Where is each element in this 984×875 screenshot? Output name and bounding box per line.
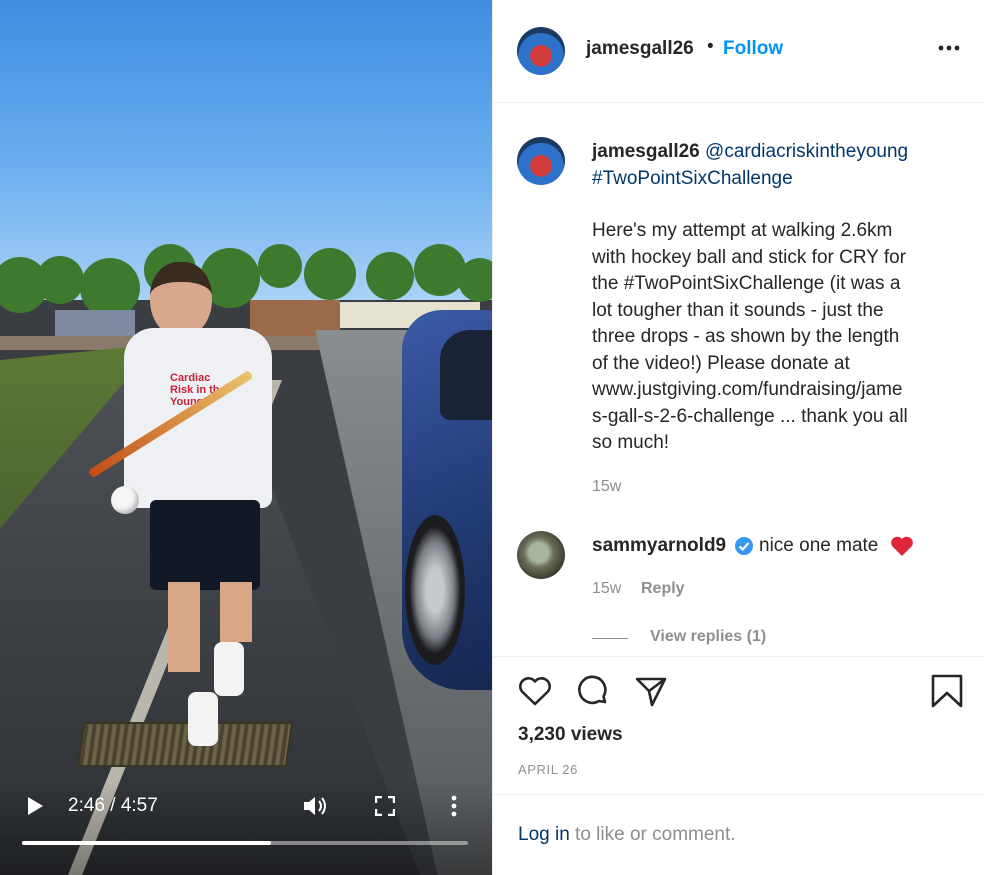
- caption-body: Here's my attempt at walking 2.6km with …: [592, 220, 908, 453]
- hockey-ball: [111, 486, 139, 514]
- comment-text: nice one mate: [759, 535, 879, 556]
- post-caption: jamesgall26 @cardiacriskintheyoung #TwoP…: [592, 139, 942, 457]
- caption-username[interactable]: jamesgall26: [592, 141, 700, 162]
- video-progress-bar[interactable]: [22, 841, 468, 845]
- red-heart-emoji-icon: [891, 536, 913, 556]
- comment-avatar[interactable]: [517, 531, 565, 579]
- video-player[interactable]: Cardiac Risk in the Young 2:46 / 4:57: [0, 0, 492, 875]
- video-car-wheel: [405, 515, 465, 665]
- caption-timestamp: 15w: [592, 478, 622, 495]
- view-count[interactable]: 3,230 views: [518, 724, 623, 746]
- post-username[interactable]: jamesgall26: [586, 38, 694, 60]
- comment-username[interactable]: sammyarnold9: [592, 535, 726, 557]
- post-header: jamesgall26 • Follow: [493, 0, 984, 103]
- video-progress-fill: [22, 841, 271, 845]
- reply-button[interactable]: Reply: [641, 580, 685, 598]
- video-time: 2:46 / 4:57: [68, 795, 158, 816]
- person-head: [150, 262, 212, 338]
- volume-icon[interactable]: [302, 795, 328, 817]
- verified-badge-icon: [735, 537, 753, 555]
- replies-divider: [592, 638, 628, 639]
- follow-button[interactable]: Follow: [723, 38, 783, 60]
- person-shorts: [150, 500, 260, 590]
- more-vertical-icon[interactable]: [448, 794, 460, 818]
- more-horizontal-icon[interactable]: [937, 40, 961, 56]
- video-person: Cardiac Risk in the Young: [120, 262, 290, 762]
- paper-plane-icon[interactable]: [633, 673, 669, 709]
- bookmark-icon[interactable]: [929, 673, 965, 709]
- heart-outline-icon[interactable]: [517, 673, 553, 709]
- person-leg-right: [220, 582, 252, 642]
- caption-avatar[interactable]: [517, 137, 565, 185]
- play-icon[interactable]: [26, 796, 44, 816]
- person-shoe-left: [188, 692, 218, 746]
- login-prompt: Log in to like or comment.: [518, 824, 736, 846]
- caption-mention[interactable]: @cardiacriskintheyoung: [705, 141, 908, 162]
- post-panel: jamesgall26 • Follow jamesgall26 @cardia…: [492, 0, 984, 875]
- login-text: to like or comment.: [569, 824, 736, 845]
- person-leg-left: [168, 582, 200, 672]
- actions-divider: [493, 656, 984, 657]
- login-divider: [493, 794, 984, 795]
- fullscreen-icon[interactable]: [375, 796, 395, 816]
- comment-timestamp: 15w: [592, 580, 622, 597]
- caption-hashtag[interactable]: #TwoPointSixChallenge: [592, 166, 942, 193]
- avatar[interactable]: [517, 27, 565, 75]
- header-separator: •: [707, 36, 714, 57]
- post-date: APRIL 26: [518, 762, 578, 777]
- person-shoe-right: [214, 642, 244, 696]
- login-link[interactable]: Log in: [518, 824, 570, 845]
- comment-bubble-icon[interactable]: [575, 673, 611, 709]
- video-car-window: [440, 330, 492, 420]
- view-replies-button[interactable]: View replies (1): [650, 628, 766, 646]
